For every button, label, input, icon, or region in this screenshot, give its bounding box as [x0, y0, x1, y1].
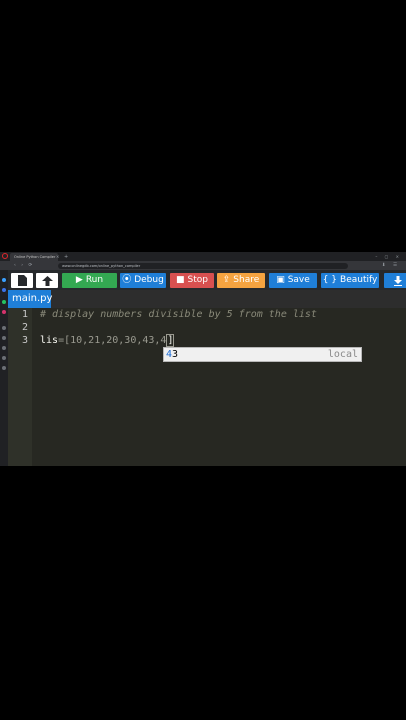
- download-button[interactable]: [384, 273, 406, 288]
- autocomplete-kind: local: [327, 349, 358, 360]
- navigation-icons[interactable]: ‹ › ⟳: [14, 261, 34, 270]
- browser-sidebar: [0, 270, 8, 466]
- line-number: 3: [21, 335, 28, 346]
- debug-button[interactable]: ⦿ Debug: [120, 273, 166, 288]
- autocomplete-suggestion[interactable]: 43: [166, 348, 178, 361]
- share-label: Share: [233, 275, 260, 285]
- line-number-gutter: 1 2 3: [8, 308, 32, 466]
- autocomplete-popup[interactable]: 43 local: [163, 347, 362, 362]
- heart-icon[interactable]: [2, 346, 6, 350]
- speed-dial-icon[interactable]: [2, 278, 6, 282]
- share-button[interactable]: ⇪ Share: [217, 273, 265, 288]
- download-icon: [394, 275, 402, 286]
- settings-icon[interactable]: [2, 366, 6, 370]
- debug-label: Debug: [134, 275, 164, 285]
- browser-tab-bar: Online Python Compiler × + – ▢ ×: [0, 252, 406, 261]
- beautify-label: Beautify: [340, 275, 378, 285]
- stop-icon: ■: [176, 275, 185, 285]
- save-icon: ▣: [276, 275, 285, 285]
- variable-name: lis: [40, 335, 59, 346]
- new-file-button[interactable]: [11, 273, 33, 288]
- code-line-1: # display numbers divisible by 5 from th…: [40, 309, 317, 320]
- run-label: Run: [85, 275, 104, 285]
- screen: Online Python Compiler × + – ▢ × ‹ › ⟳ w…: [0, 252, 406, 466]
- autocomplete-rest: 3: [172, 349, 179, 360]
- upload-icon: [41, 275, 53, 286]
- browser-menu-icons[interactable]: ⬇ ☰: [382, 261, 400, 270]
- opera-logo-icon[interactable]: [2, 253, 8, 259]
- upload-button[interactable]: [36, 273, 58, 288]
- new-tab-icon[interactable]: +: [64, 253, 68, 261]
- messenger-icon[interactable]: [2, 288, 6, 292]
- play-icon: ▶: [75, 275, 83, 285]
- browser-tab[interactable]: Online Python Compiler: [10, 253, 58, 261]
- player-icon[interactable]: [2, 336, 6, 340]
- window-controls[interactable]: – ▢ ×: [375, 252, 402, 261]
- list-values: 10,21,20,30,43,4: [70, 335, 167, 346]
- beautify-button[interactable]: { } Beautify: [321, 273, 379, 288]
- instagram-icon[interactable]: [2, 310, 6, 314]
- run-button[interactable]: ▶ Run: [62, 273, 117, 288]
- file-tab-bar: main.py: [8, 290, 406, 308]
- tab-close-icon[interactable]: ×: [56, 253, 59, 261]
- code-editor[interactable]: 1 2 3 # display numbers divisible by 5 f…: [8, 308, 406, 466]
- braces-icon: { }: [322, 275, 338, 285]
- url-field[interactable]: www.onlinegdb.com/online_python_compiler: [58, 262, 348, 269]
- debug-icon: ⦿: [122, 275, 132, 285]
- save-button[interactable]: ▣ Save: [269, 273, 317, 288]
- whatsapp-icon[interactable]: [2, 300, 6, 304]
- file-tab-main[interactable]: main.py: [8, 290, 52, 308]
- file-icon: [17, 275, 27, 286]
- code-line-3: lis=[10,21,20,30,43,4]: [40, 334, 175, 347]
- close-bracket: ]: [166, 334, 175, 347]
- line-number: 2: [21, 322, 28, 333]
- line-number: 1: [21, 309, 28, 320]
- clock-icon[interactable]: [2, 356, 6, 360]
- stop-label: Stop: [187, 275, 208, 285]
- address-bar-row: ‹ › ⟳ www.onlinegdb.com/online_python_co…: [0, 261, 406, 270]
- app-toolbar: ▶ Run ⦿ Debug ■ Stop ⇪ Share ▣ Save { } …: [8, 270, 406, 290]
- history-icon[interactable]: [2, 326, 6, 330]
- save-label: Save: [287, 275, 310, 285]
- stop-button[interactable]: ■ Stop: [170, 273, 214, 288]
- share-icon: ⇪: [222, 275, 231, 285]
